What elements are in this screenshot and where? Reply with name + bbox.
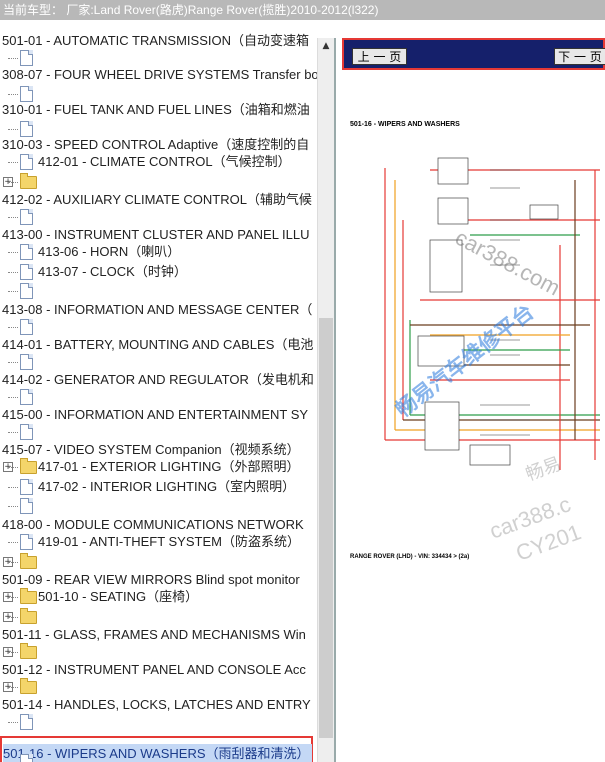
page-navigation-bar: 上 一 页 下 一 页 bbox=[342, 38, 605, 70]
folder-icon bbox=[20, 643, 37, 659]
document-footer: RANGE ROVER (LHD) - VIN: 334434 > (2a) bbox=[350, 554, 470, 560]
scroll-up-arrow-icon[interactable]: ▲ bbox=[318, 38, 334, 54]
document-icon bbox=[20, 244, 33, 260]
document-icon bbox=[20, 354, 33, 370]
folder-icon bbox=[20, 608, 37, 624]
document-icon bbox=[20, 498, 33, 514]
document-icon bbox=[20, 389, 33, 405]
manual-tree[interactable]: 501-01 - AUTOMATIC TRANSMISSION（自动变速箱 30… bbox=[0, 20, 317, 762]
tree-item-308-07[interactable]: 308-07 - FOUR WHEEL DRIVE SYSTEMS Transf… bbox=[2, 65, 317, 84]
folder-icon bbox=[20, 678, 37, 694]
tree-item-501-01[interactable]: 501-01 - AUTOMATIC TRANSMISSION（自动变速箱 bbox=[2, 31, 309, 50]
tree-item-415-00[interactable]: 415-00 - INFORMATION AND ENTERTAINMENT S… bbox=[2, 405, 308, 424]
tree-scrollbar[interactable]: ▲ bbox=[317, 38, 334, 762]
folder-icon bbox=[20, 588, 37, 604]
window-title: 当前车型： 厂家:Land Rover(路虎)Range Rover(揽胜)20… bbox=[0, 0, 605, 20]
document-icon bbox=[20, 319, 33, 335]
document-title: 501-16 - WIPERS AND WASHERS bbox=[350, 121, 460, 128]
tree-item-413-08[interactable]: 413-08 - INFORMATION AND MESSAGE CENTER（ bbox=[2, 300, 312, 319]
folder-icon bbox=[20, 553, 37, 569]
document-icon bbox=[20, 50, 33, 66]
document-icon bbox=[20, 209, 33, 225]
tree-item-501-16-selected[interactable]: 501-16 - WIPERS AND WASHERS（雨刮器和清洗） bbox=[0, 736, 313, 762]
document-icon bbox=[20, 424, 33, 440]
tree-item-310-01[interactable]: 310-01 - FUEL TANK AND FUEL LINES（油箱和燃油 bbox=[2, 100, 310, 119]
tree-item-414-02[interactable]: 414-02 - GENERATOR AND REGULATOR（发电机和 bbox=[2, 370, 314, 389]
document-icon bbox=[20, 534, 33, 550]
document-icon bbox=[20, 714, 33, 730]
tree-item-412-02[interactable]: 412-02 - AUXILIARY CLIMATE CONTROL（辅助气候 bbox=[2, 190, 312, 209]
scrollbar-thumb[interactable] bbox=[319, 318, 333, 738]
document-icon bbox=[20, 154, 33, 170]
document-icon bbox=[20, 479, 33, 495]
tree-item-501-11[interactable]: 501-11 - GLASS, FRAMES AND MECHANISMS Wi… bbox=[2, 625, 306, 644]
folder-icon bbox=[20, 173, 37, 189]
document-icon bbox=[20, 283, 33, 299]
folder-icon bbox=[20, 458, 37, 474]
document-icon bbox=[20, 264, 33, 280]
previous-page-button[interactable]: 上 一 页 bbox=[352, 48, 407, 65]
selected-item-label: 501-16 - WIPERS AND WASHERS（雨刮器和清洗） bbox=[3, 744, 312, 762]
tree-item-501-14[interactable]: 501-14 - HANDLES, LOCKS, LATCHES AND ENT… bbox=[2, 695, 311, 714]
tree-item-501-12[interactable]: 501-12 - INSTRUMENT PANEL AND CONSOLE Ac… bbox=[2, 660, 306, 679]
tree-item-414-01[interactable]: 414-01 - BATTERY, MOUNTING AND CABLES（电池 bbox=[2, 335, 313, 354]
next-page-button[interactable]: 下 一 页 bbox=[554, 48, 605, 65]
document-icon bbox=[20, 754, 33, 762]
